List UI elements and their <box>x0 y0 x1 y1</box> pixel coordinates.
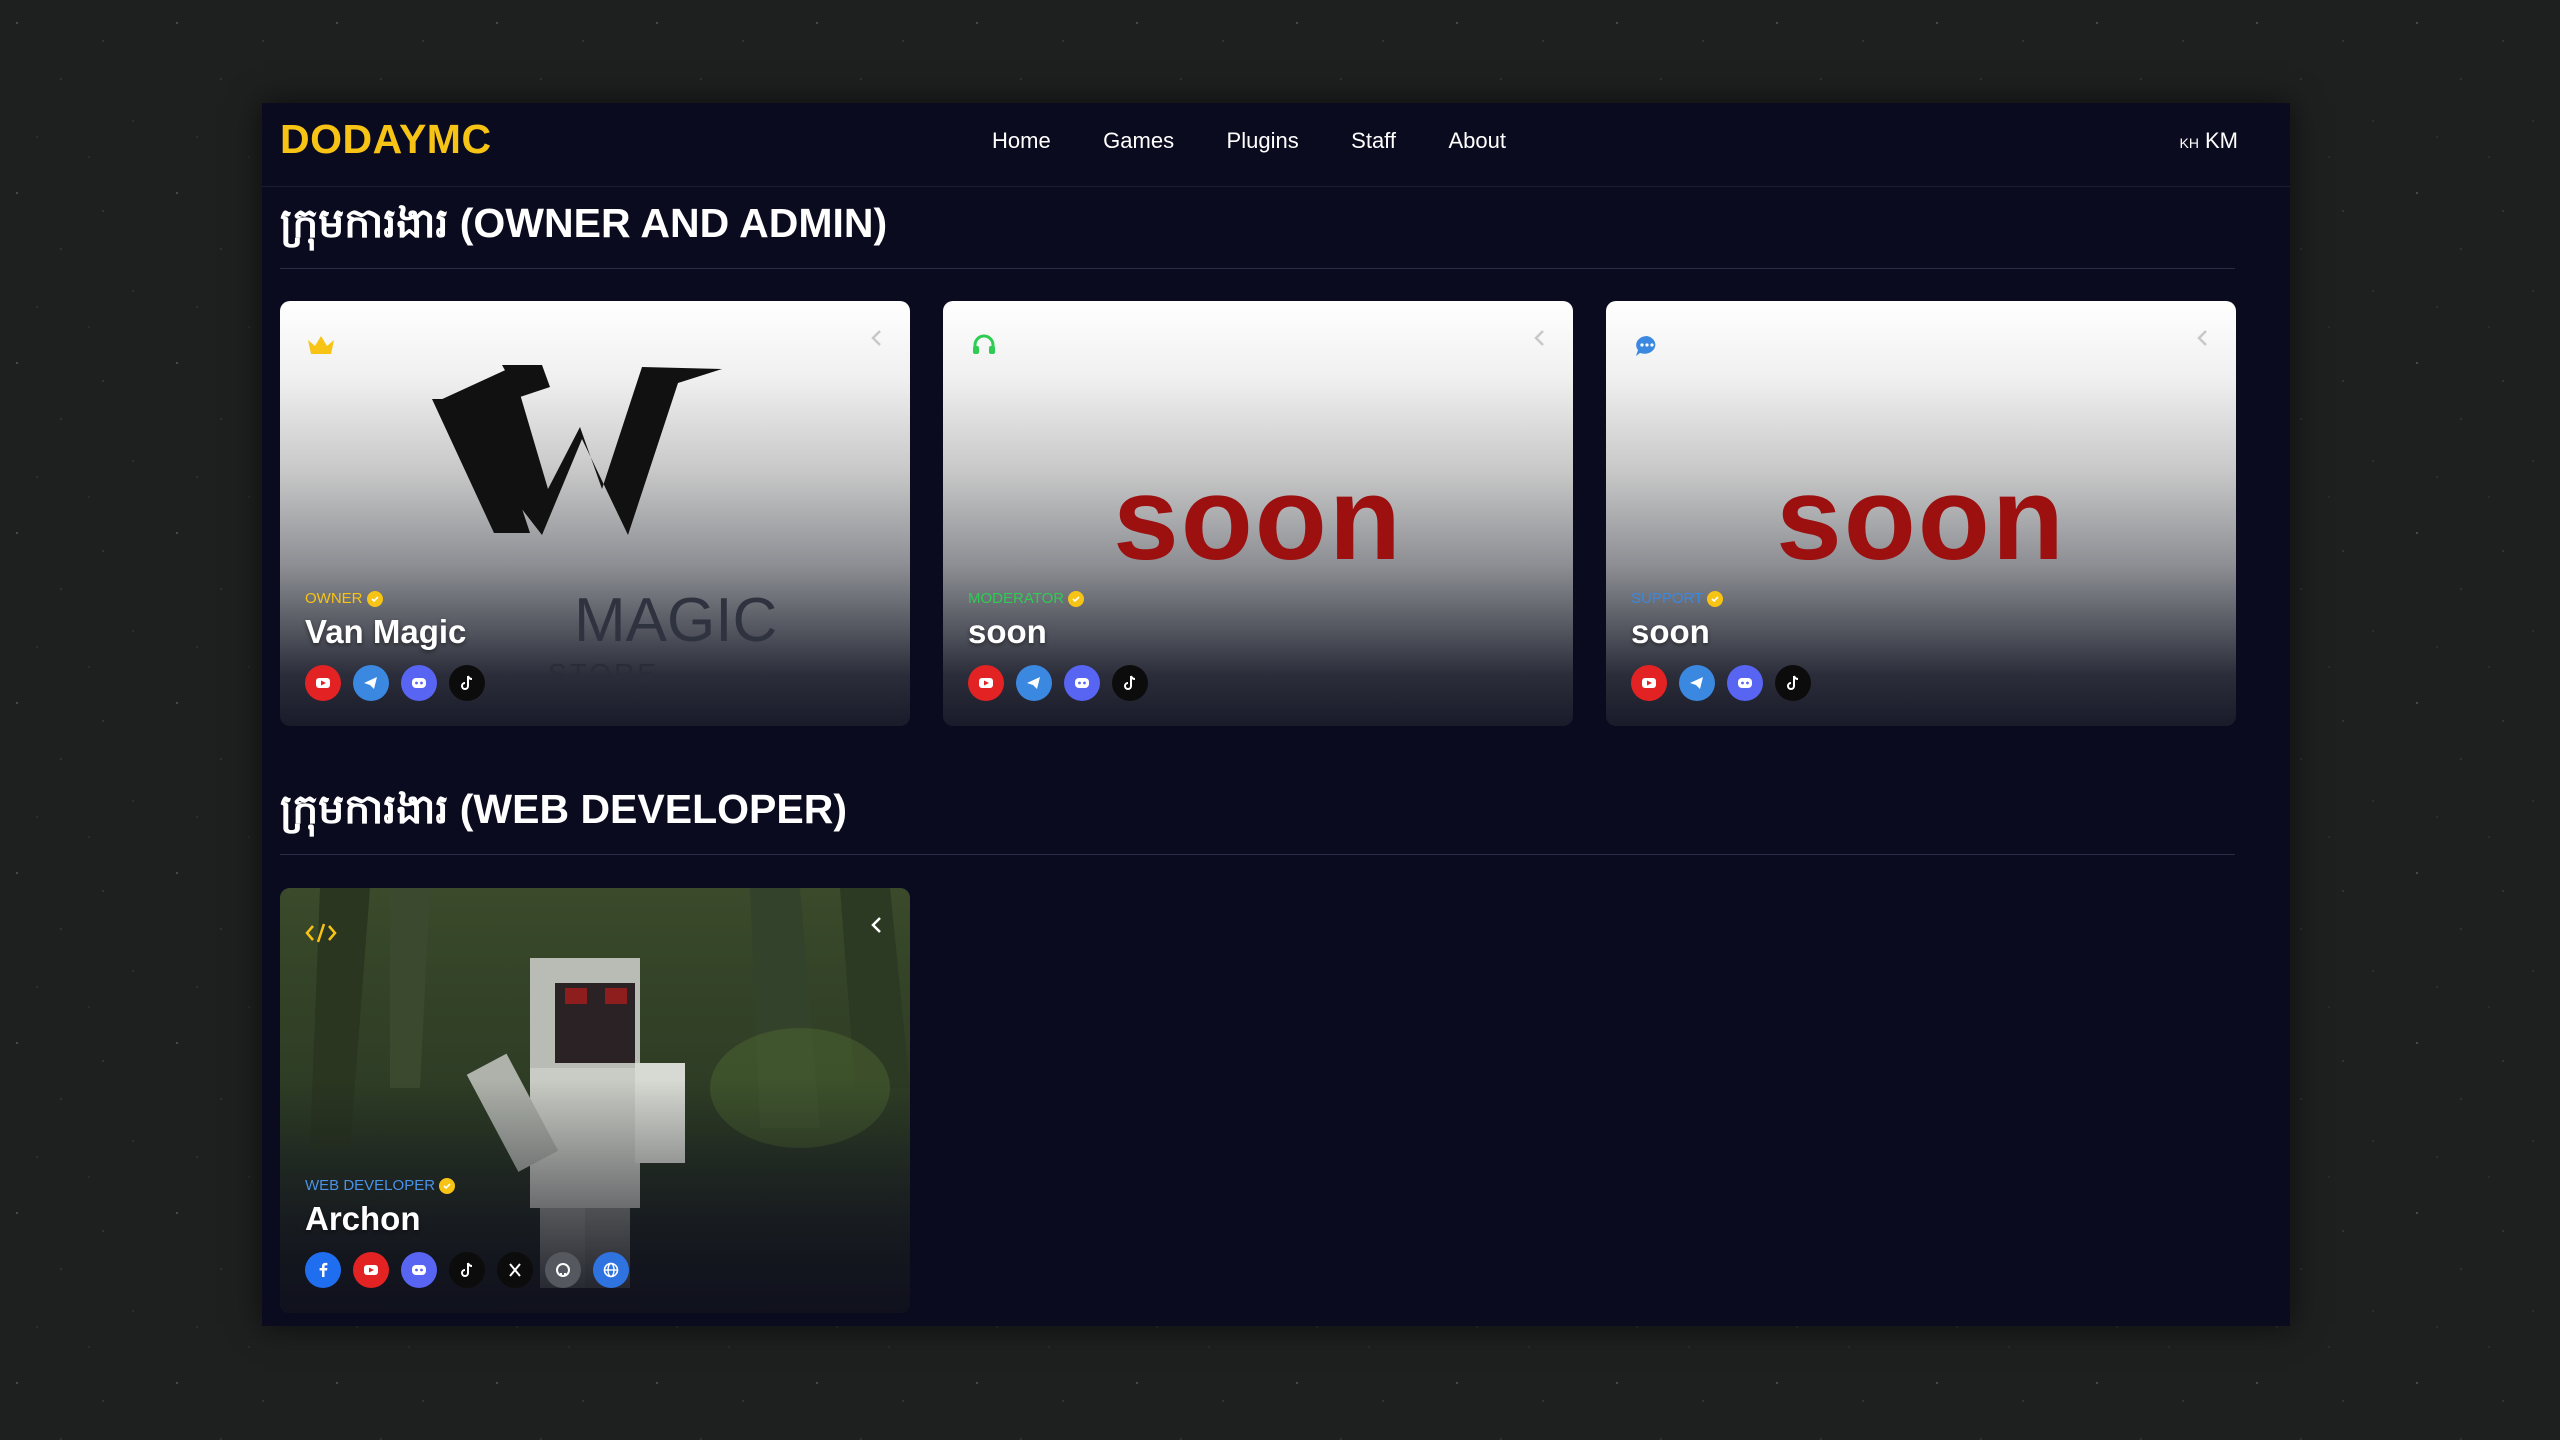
social-links <box>305 1252 629 1288</box>
discord-icon[interactable] <box>401 665 437 701</box>
chevron-left-icon[interactable] <box>2192 327 2214 349</box>
chevron-left-icon[interactable] <box>866 914 888 936</box>
verified-check-icon <box>366 590 383 607</box>
main-nav: Home Games Plugins Staff About <box>262 121 2290 161</box>
nav-staff[interactable]: Staff <box>1351 121 1396 161</box>
role-label: WEB DEVELOPER <box>305 1177 629 1194</box>
staff-name: Archon <box>305 1200 421 1237</box>
card-info: MODERATOR soon <box>968 590 1148 701</box>
youtube-icon[interactable] <box>1631 665 1667 701</box>
language-label: KM <box>2205 128 2238 153</box>
role-text: WEB DEVELOPER <box>305 1177 436 1194</box>
svg-text:soon: soon <box>1113 453 1403 585</box>
role-text: OWNER <box>305 590 363 607</box>
top-navbar: DODAYMC Home Games Plugins Staff About K… <box>262 103 2290 187</box>
role-label: OWNER <box>305 590 485 607</box>
svg-text:STORE: STORE <box>548 658 659 689</box>
khmer-flag-icon: KH <box>2179 135 2199 151</box>
role-label: MODERATOR <box>968 590 1148 607</box>
staff-card-moderator: soon MODERATOR soon <box>943 301 1573 726</box>
nav-home[interactable]: Home <box>992 121 1051 161</box>
code-icon <box>304 916 338 950</box>
social-links <box>305 665 485 701</box>
chevron-left-icon[interactable] <box>1529 327 1551 349</box>
staff-card-support: soon SUPPORT soon <box>1606 301 2236 726</box>
section-divider <box>280 854 2235 855</box>
tiktok-icon[interactable] <box>449 665 485 701</box>
verified-check-icon <box>1707 590 1724 607</box>
nav-games[interactable]: Games <box>1103 121 1174 161</box>
discord-icon[interactable] <box>1064 665 1100 701</box>
staff-name: soon <box>968 613 1047 650</box>
verified-check-icon <box>1068 590 1085 607</box>
headset-icon <box>967 329 1001 363</box>
discord-icon[interactable] <box>401 1252 437 1288</box>
tiktok-icon[interactable] <box>1112 665 1148 701</box>
site-frame: DODAYMC Home Games Plugins Staff About K… <box>262 103 2290 1326</box>
globe-icon[interactable] <box>593 1252 629 1288</box>
staff-card-web-developer: WEB DEVELOPER Archon <box>280 888 910 1313</box>
role-text: SUPPORT <box>1631 590 1704 607</box>
section-title-admin: ក្រុមការងារ (OWNER AND ADMIN) <box>280 200 888 246</box>
section-divider <box>280 268 2235 269</box>
youtube-icon[interactable] <box>353 1252 389 1288</box>
staff-name: Van Magic <box>305 613 467 650</box>
crown-icon <box>304 329 338 363</box>
chat-icon <box>1630 329 1664 363</box>
chevron-left-icon[interactable] <box>866 327 888 349</box>
staff-name: soon <box>1631 613 1710 650</box>
svg-text:MAGIC: MAGIC <box>574 586 777 655</box>
svg-text:soon: soon <box>1776 453 2066 585</box>
card-info: WEB DEVELOPER Archon <box>305 1177 629 1288</box>
facebook-icon[interactable] <box>305 1252 341 1288</box>
verified-check-icon <box>439 1177 456 1194</box>
card-info: OWNER Van Magic <box>305 590 485 701</box>
telegram-icon[interactable] <box>1016 665 1052 701</box>
youtube-icon[interactable] <box>305 665 341 701</box>
role-label: SUPPORT <box>1631 590 1811 607</box>
language-switcher[interactable]: KH KM <box>2180 121 2238 163</box>
telegram-icon[interactable] <box>1679 665 1715 701</box>
github-icon[interactable] <box>545 1252 581 1288</box>
social-links <box>1631 665 1811 701</box>
nav-plugins[interactable]: Plugins <box>1227 121 1299 161</box>
role-text: MODERATOR <box>968 590 1065 607</box>
card-info: SUPPORT soon <box>1631 590 1811 701</box>
discord-icon[interactable] <box>1727 665 1763 701</box>
tiktok-icon[interactable] <box>1775 665 1811 701</box>
tiktok-icon[interactable] <box>449 1252 485 1288</box>
nav-about[interactable]: About <box>1448 121 1506 161</box>
youtube-icon[interactable] <box>968 665 1004 701</box>
section-title-web-developer: ក្រុមការងារ (WEB DEVELOPER) <box>280 786 847 832</box>
telegram-icon[interactable] <box>353 665 389 701</box>
social-links <box>968 665 1148 701</box>
staff-card-owner: MAGIC STORE OWNER Van Magic <box>280 301 910 726</box>
x-twitter-icon[interactable] <box>497 1252 533 1288</box>
